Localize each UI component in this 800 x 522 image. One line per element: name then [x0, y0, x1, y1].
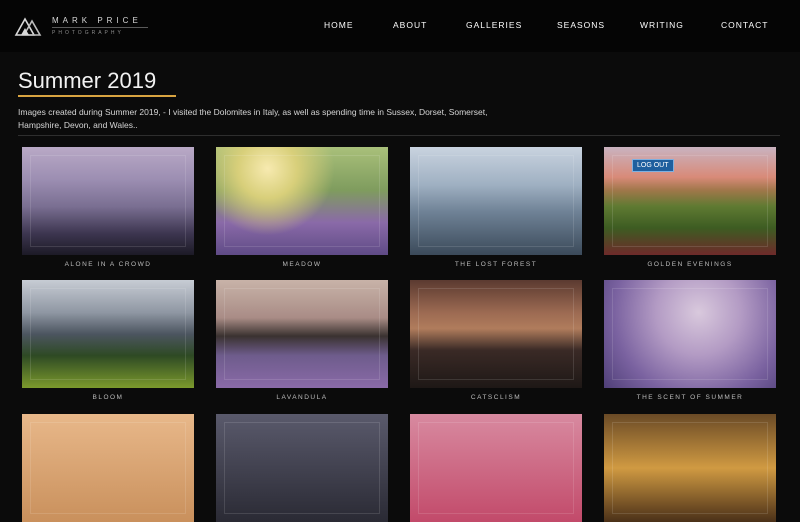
photo-caption[interactable]: ALONE IN A CROWD [22, 261, 194, 268]
frame [612, 288, 768, 380]
frame [612, 422, 768, 514]
frame [418, 155, 574, 247]
frame [30, 288, 186, 380]
photo-caption[interactable]: THE LOST FOREST [410, 261, 582, 268]
frame [224, 422, 380, 514]
photo-caption[interactable]: GOLDEN EVENINGS [604, 261, 776, 268]
photo-thumbnail[interactable] [216, 280, 388, 388]
photo-thumbnail[interactable] [604, 280, 776, 388]
logout-button[interactable]: LOG OUT [632, 159, 674, 172]
frame [418, 422, 574, 514]
photo-caption[interactable]: CATSCLISM [410, 394, 582, 401]
photo-thumbnail[interactable] [604, 147, 776, 255]
photo-thumbnail[interactable] [410, 280, 582, 388]
photo-thumbnail[interactable] [216, 414, 388, 522]
photo-caption[interactable]: MEADOW [216, 261, 388, 268]
frame [418, 288, 574, 380]
frame [224, 155, 380, 247]
photo-thumbnail[interactable] [410, 414, 582, 522]
frame [30, 422, 186, 514]
frame [30, 155, 186, 247]
photo-thumbnail[interactable] [410, 147, 582, 255]
photo-thumbnail[interactable] [22, 280, 194, 388]
photo-caption[interactable]: LAVANDULA [216, 394, 388, 401]
photo-thumbnail[interactable] [22, 414, 194, 522]
gallery-grid: ALONE IN A CROWD MEADOW THE LOST FOREST … [0, 0, 800, 522]
frame [224, 288, 380, 380]
photo-caption[interactable]: BLOOM [22, 394, 194, 401]
photo-thumbnail[interactable] [604, 414, 776, 522]
photo-thumbnail[interactable] [216, 147, 388, 255]
photo-thumbnail[interactable] [22, 147, 194, 255]
photo-caption[interactable]: THE SCENT OF SUMMER [604, 394, 776, 401]
